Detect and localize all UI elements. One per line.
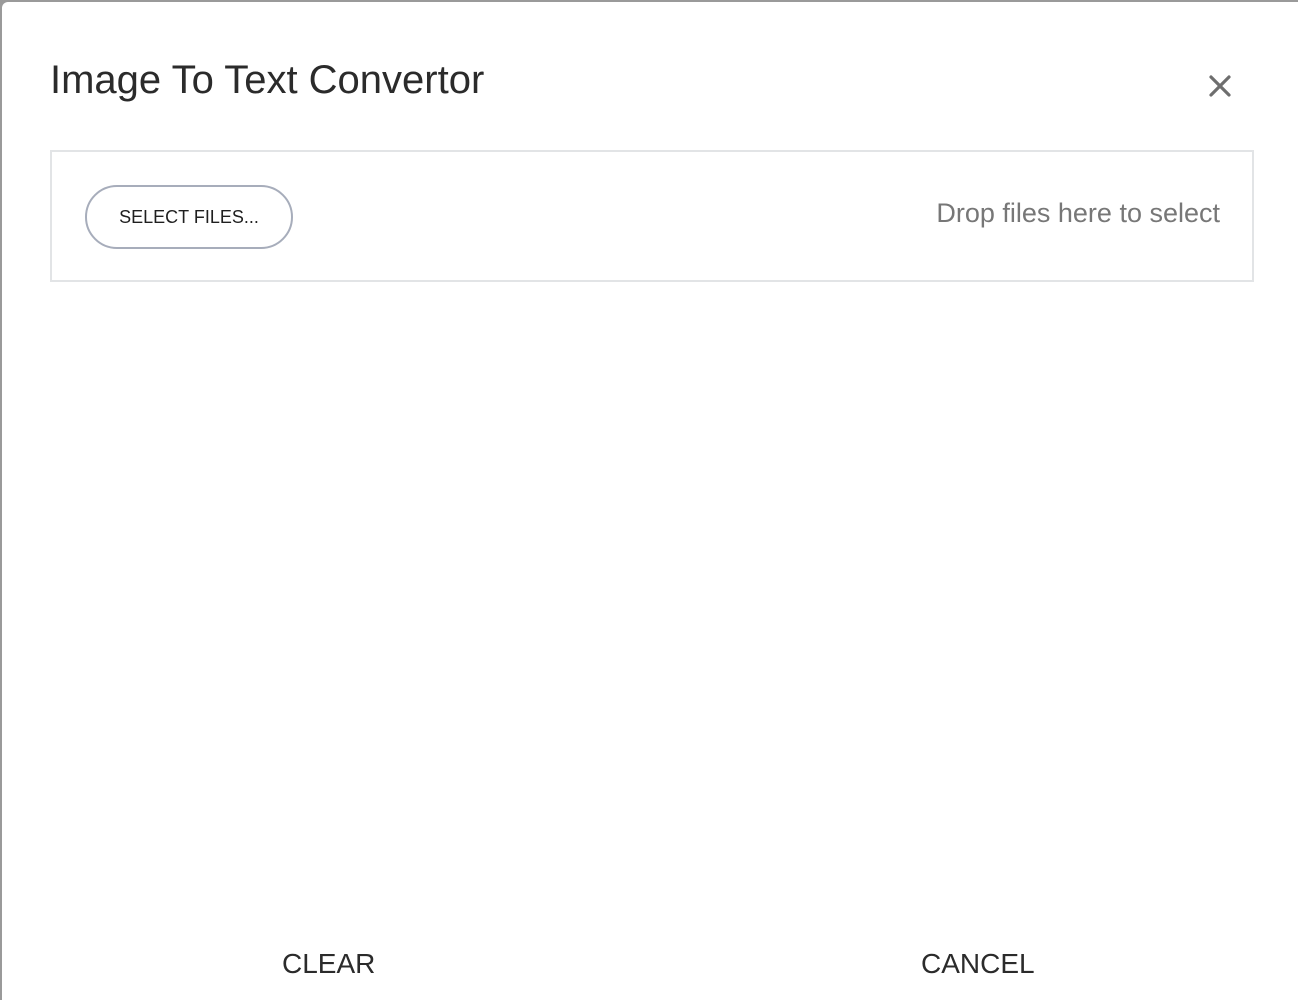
cancel-button[interactable]: CANCEL — [921, 948, 1035, 980]
dialog-title: Image To Text Convertor — [50, 58, 485, 102]
drop-hint-text: Drop files here to select — [936, 198, 1220, 228]
select-files-button[interactable]: SELECT FILES... — [85, 185, 293, 249]
clear-button[interactable]: CLEAR — [282, 948, 375, 980]
close-icon — [1209, 75, 1231, 97]
close-button[interactable] — [1200, 66, 1240, 106]
image-to-text-dialog: Image To Text Convertor SELECT FILES... … — [2, 2, 1298, 1000]
file-drop-zone[interactable]: SELECT FILES... Drop files here to selec… — [50, 150, 1254, 282]
